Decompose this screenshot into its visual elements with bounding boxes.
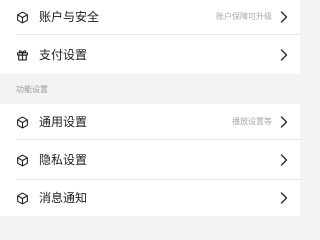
general-settings-hint: 播放设置等 bbox=[232, 117, 272, 126]
cube-icon bbox=[16, 192, 29, 205]
cube-icon bbox=[16, 116, 29, 129]
message-notifications-row[interactable]: 消息通知 bbox=[0, 180, 300, 216]
general-settings-row[interactable]: 通用设置 播放设置等 bbox=[0, 104, 300, 140]
account-settings-group: 账户与安全 账户保障可升级 支付设置 bbox=[0, 0, 300, 74]
feature-settings-section-title: 功能设置 bbox=[16, 84, 48, 94]
chevron-right-icon bbox=[280, 154, 288, 166]
payment-settings-label: 支付设置 bbox=[39, 47, 88, 62]
chevron-right-icon bbox=[280, 48, 288, 61]
general-settings-label: 通用设置 bbox=[39, 115, 88, 129]
privacy-settings-label: 隐私设置 bbox=[39, 153, 88, 167]
account-security-row[interactable]: 账户与安全 账户保障可升级 bbox=[0, 0, 300, 35]
cube-icon bbox=[16, 11, 29, 24]
cube-icon bbox=[16, 154, 29, 167]
feature-settings-group: 通用设置 播放设置等 隐私设置 消息通知 bbox=[0, 104, 300, 216]
chevron-right-icon bbox=[280, 11, 288, 23]
message-notifications-label: 消息通知 bbox=[39, 191, 88, 205]
privacy-settings-row[interactable]: 隐私设置 bbox=[0, 140, 300, 180]
account-security-hint: 账户保障可升级 bbox=[216, 12, 272, 21]
gift-icon bbox=[16, 48, 29, 61]
chevron-right-icon bbox=[280, 116, 288, 128]
chevron-right-icon bbox=[280, 192, 288, 204]
account-security-label: 账户与安全 bbox=[39, 10, 100, 24]
payment-settings-row[interactable]: 支付设置 bbox=[0, 35, 300, 74]
